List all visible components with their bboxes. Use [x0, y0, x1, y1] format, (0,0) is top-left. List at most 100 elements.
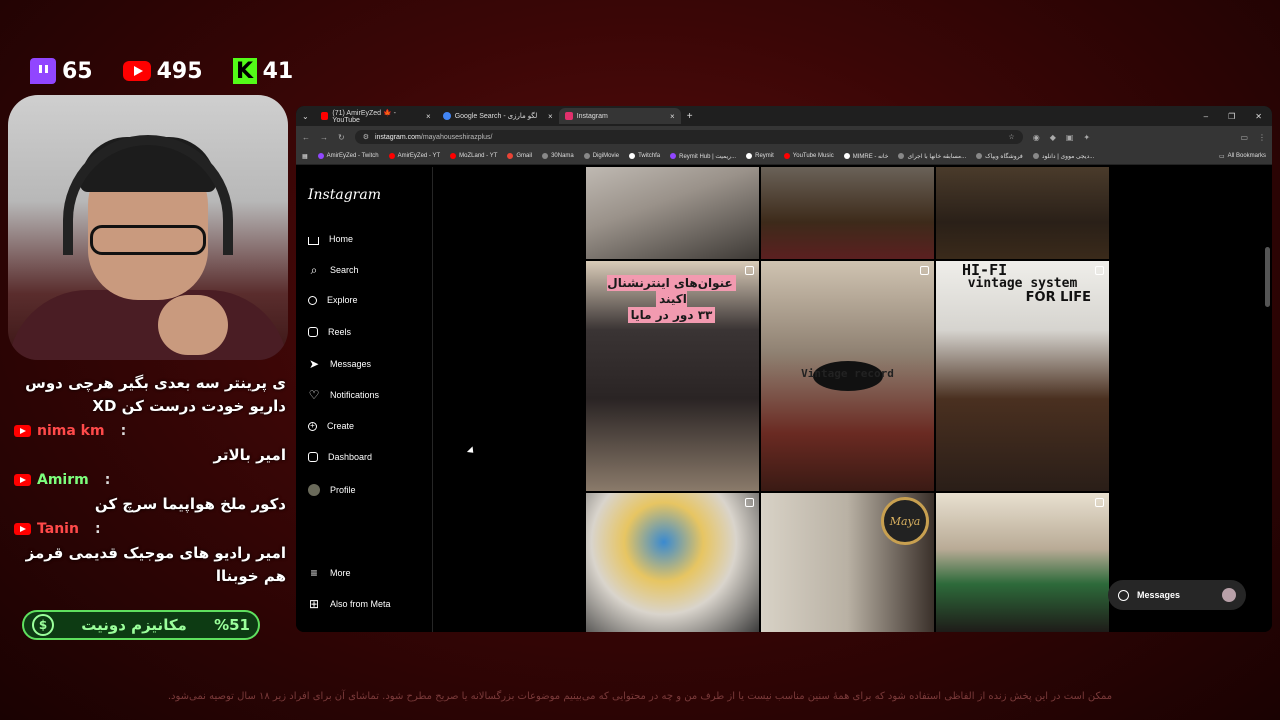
address-bar-row: ← → ↻ ⚙ instagram.com/mayahouseshirazplu…: [296, 126, 1272, 148]
extensions-puzzle-icon[interactable]: ✦: [1083, 133, 1090, 142]
close-window-icon[interactable]: ✕: [1255, 112, 1262, 121]
tab-instagram[interactable]: Instagram ×: [558, 108, 681, 124]
dashboard-icon: [308, 452, 318, 462]
page-scrollbar[interactable]: [1265, 247, 1270, 307]
nav-dashboard[interactable]: Dashboard: [308, 452, 372, 462]
reel-icon: [1095, 498, 1104, 507]
nav-also-from-meta[interactable]: ⊞ Also from Meta: [308, 598, 391, 610]
all-bookmarks[interactable]: ▭ All Bookmarks: [1219, 153, 1266, 160]
heart-icon: ♡: [308, 388, 320, 402]
nav-explore[interactable]: Explore: [308, 295, 358, 305]
bookmark-item[interactable]: MIMRE - خانه: [843, 153, 888, 160]
chat-message: امیر رادیو های موجیک قدیمی قرمز هم خوبنا…: [25, 544, 286, 585]
bookmark-item[interactable]: AmirEyZed - Twitch: [317, 153, 379, 159]
sidebar-icon[interactable]: ▭: [1240, 133, 1248, 142]
reel-icon: [920, 266, 929, 275]
chat-user: Tanin :: [14, 516, 286, 542]
chat-message: ی پرینتر سه بعدی بگیر هرچی دوس داریو خود…: [25, 374, 286, 415]
nav-home[interactable]: Home: [308, 233, 353, 245]
bookmarks-bar: ▦ AmirEyZed - Twitch AmirEyZed - YT MoZL…: [296, 148, 1272, 165]
chat-username: nima km: [37, 423, 105, 439]
bookmark-star-icon[interactable]: ☆: [1008, 133, 1014, 141]
nav-search[interactable]: ⌕ Search: [308, 264, 359, 276]
post-thumbnail[interactable]: HI-FI vintage system FOR LIFE: [936, 261, 1109, 491]
chat-username: Amirm: [37, 472, 89, 488]
post-overlay-text: Vintage record: [801, 367, 894, 380]
messenger-icon: [1118, 589, 1129, 601]
bookmark-item[interactable]: دیجی مووی | دانلود...: [1032, 153, 1094, 160]
youtube-icon: [14, 474, 31, 486]
bookmark-item[interactable]: فروشگاه ویپاک: [976, 153, 1023, 160]
youtube-viewers: 495: [122, 58, 203, 84]
post-thumbnail[interactable]: Maya: [761, 493, 934, 632]
tab-google-search[interactable]: Google Search - لگو مارزی ×: [437, 108, 559, 124]
post-thumbnail[interactable]: [586, 493, 759, 632]
tab-bar: ⌄ (71) AmirEyZed 🍁 - YouTube × Google Se…: [296, 106, 1272, 126]
post-thumbnail[interactable]: [761, 167, 934, 259]
tab-youtube[interactable]: (71) AmirEyZed 🍁 - YouTube ×: [315, 108, 437, 124]
extension-icon[interactable]: ◉: [1033, 133, 1040, 142]
reload-icon[interactable]: ↻: [338, 133, 345, 142]
avatar: [1222, 588, 1236, 602]
minimize-icon[interactable]: –: [1204, 112, 1208, 121]
webcam-feed: [8, 95, 288, 360]
webcam-hand: [158, 295, 228, 355]
twitch-viewers: 65: [30, 58, 93, 84]
bookmark-item[interactable]: AmirEyZed - YT: [388, 153, 440, 159]
youtube-icon: [14, 425, 31, 437]
twitch-count: 65: [62, 58, 93, 84]
folder-icon: ▭: [1218, 153, 1225, 160]
post-thumbnail[interactable]: [936, 493, 1109, 632]
google-icon: [442, 112, 451, 120]
post-thumbnail[interactable]: Vintage record: [761, 261, 934, 491]
post-thumbnail[interactable]: [936, 167, 1109, 259]
nav-notifications[interactable]: ♡ Notifications: [308, 389, 379, 401]
close-icon[interactable]: ×: [426, 112, 431, 121]
youtube-icon: [14, 523, 31, 535]
site-info-icon[interactable]: ⚙: [363, 133, 369, 141]
new-tab-icon[interactable]: +: [687, 111, 693, 122]
tab-list-icon[interactable]: ⌄: [302, 112, 309, 121]
extension-icon[interactable]: ▣: [1066, 133, 1074, 142]
nav-profile[interactable]: Profile: [308, 484, 356, 496]
instagram-sidebar: Instagram Home ⌕ Search Explore Reels ➤ …: [296, 167, 433, 632]
reel-icon: [745, 266, 754, 275]
chat-user: nima km :: [14, 418, 286, 444]
apps-icon[interactable]: ▦: [302, 153, 308, 160]
menu-icon[interactable]: ⋮: [1258, 133, 1266, 142]
bookmark-item[interactable]: Reymit: [746, 153, 774, 159]
avatar: [308, 484, 320, 496]
instagram-page: Instagram Home ⌕ Search Explore Reels ➤ …: [296, 167, 1272, 632]
close-icon[interactable]: ×: [548, 112, 553, 121]
close-icon[interactable]: ×: [670, 112, 675, 121]
bookmark-item[interactable]: DigiMovie: [583, 153, 619, 159]
reels-icon: [308, 327, 318, 337]
nav-create[interactable]: + Create: [308, 421, 354, 431]
maya-logo: Maya: [881, 497, 929, 545]
bookmark-item[interactable]: مسابقه خانها با اجرای...: [898, 153, 966, 160]
nav-reels[interactable]: Reels: [308, 327, 351, 337]
chat-message: امیر بالاتر: [213, 446, 286, 464]
bookmark-item[interactable]: Twitchfa: [629, 153, 660, 159]
bookmark-item[interactable]: YouTube Music: [783, 153, 834, 159]
messages-floating-button[interactable]: Messages: [1108, 580, 1246, 610]
bookmark-item[interactable]: 30Nama: [542, 153, 574, 159]
mouse-cursor: [466, 446, 477, 456]
maximize-icon[interactable]: ❐: [1228, 112, 1235, 121]
nav-messages[interactable]: ➤ Messages: [308, 358, 371, 370]
forward-icon[interactable]: →: [320, 133, 328, 142]
home-icon: [308, 237, 319, 245]
youtube-count: 495: [156, 58, 203, 84]
back-icon[interactable]: ←: [302, 133, 310, 142]
bookmark-item[interactable]: MoZLand - YT: [450, 153, 497, 159]
post-thumbnail[interactable]: عنوان‌های اینترنشنال اکیند ۳۳ دور در مای…: [586, 261, 759, 491]
extension-icon[interactable]: ◆: [1050, 133, 1056, 142]
bookmark-item[interactable]: Gmail: [507, 153, 532, 159]
url-input[interactable]: ⚙ instagram.com/mayahouseshirazplus/ ☆: [354, 130, 1023, 144]
post-grid: عنوان‌های اینترنشنال اکیند ۳۳ دور در مای…: [586, 167, 1110, 632]
bookmark-item[interactable]: Reymit Hub | ریمیت...: [670, 153, 736, 160]
post-overlay-text: HI-FI vintage system FOR LIFE: [962, 261, 1091, 305]
instagram-logo[interactable]: Instagram: [308, 187, 381, 203]
post-thumbnail[interactable]: [586, 167, 759, 259]
nav-more[interactable]: ≡ More: [308, 567, 350, 579]
